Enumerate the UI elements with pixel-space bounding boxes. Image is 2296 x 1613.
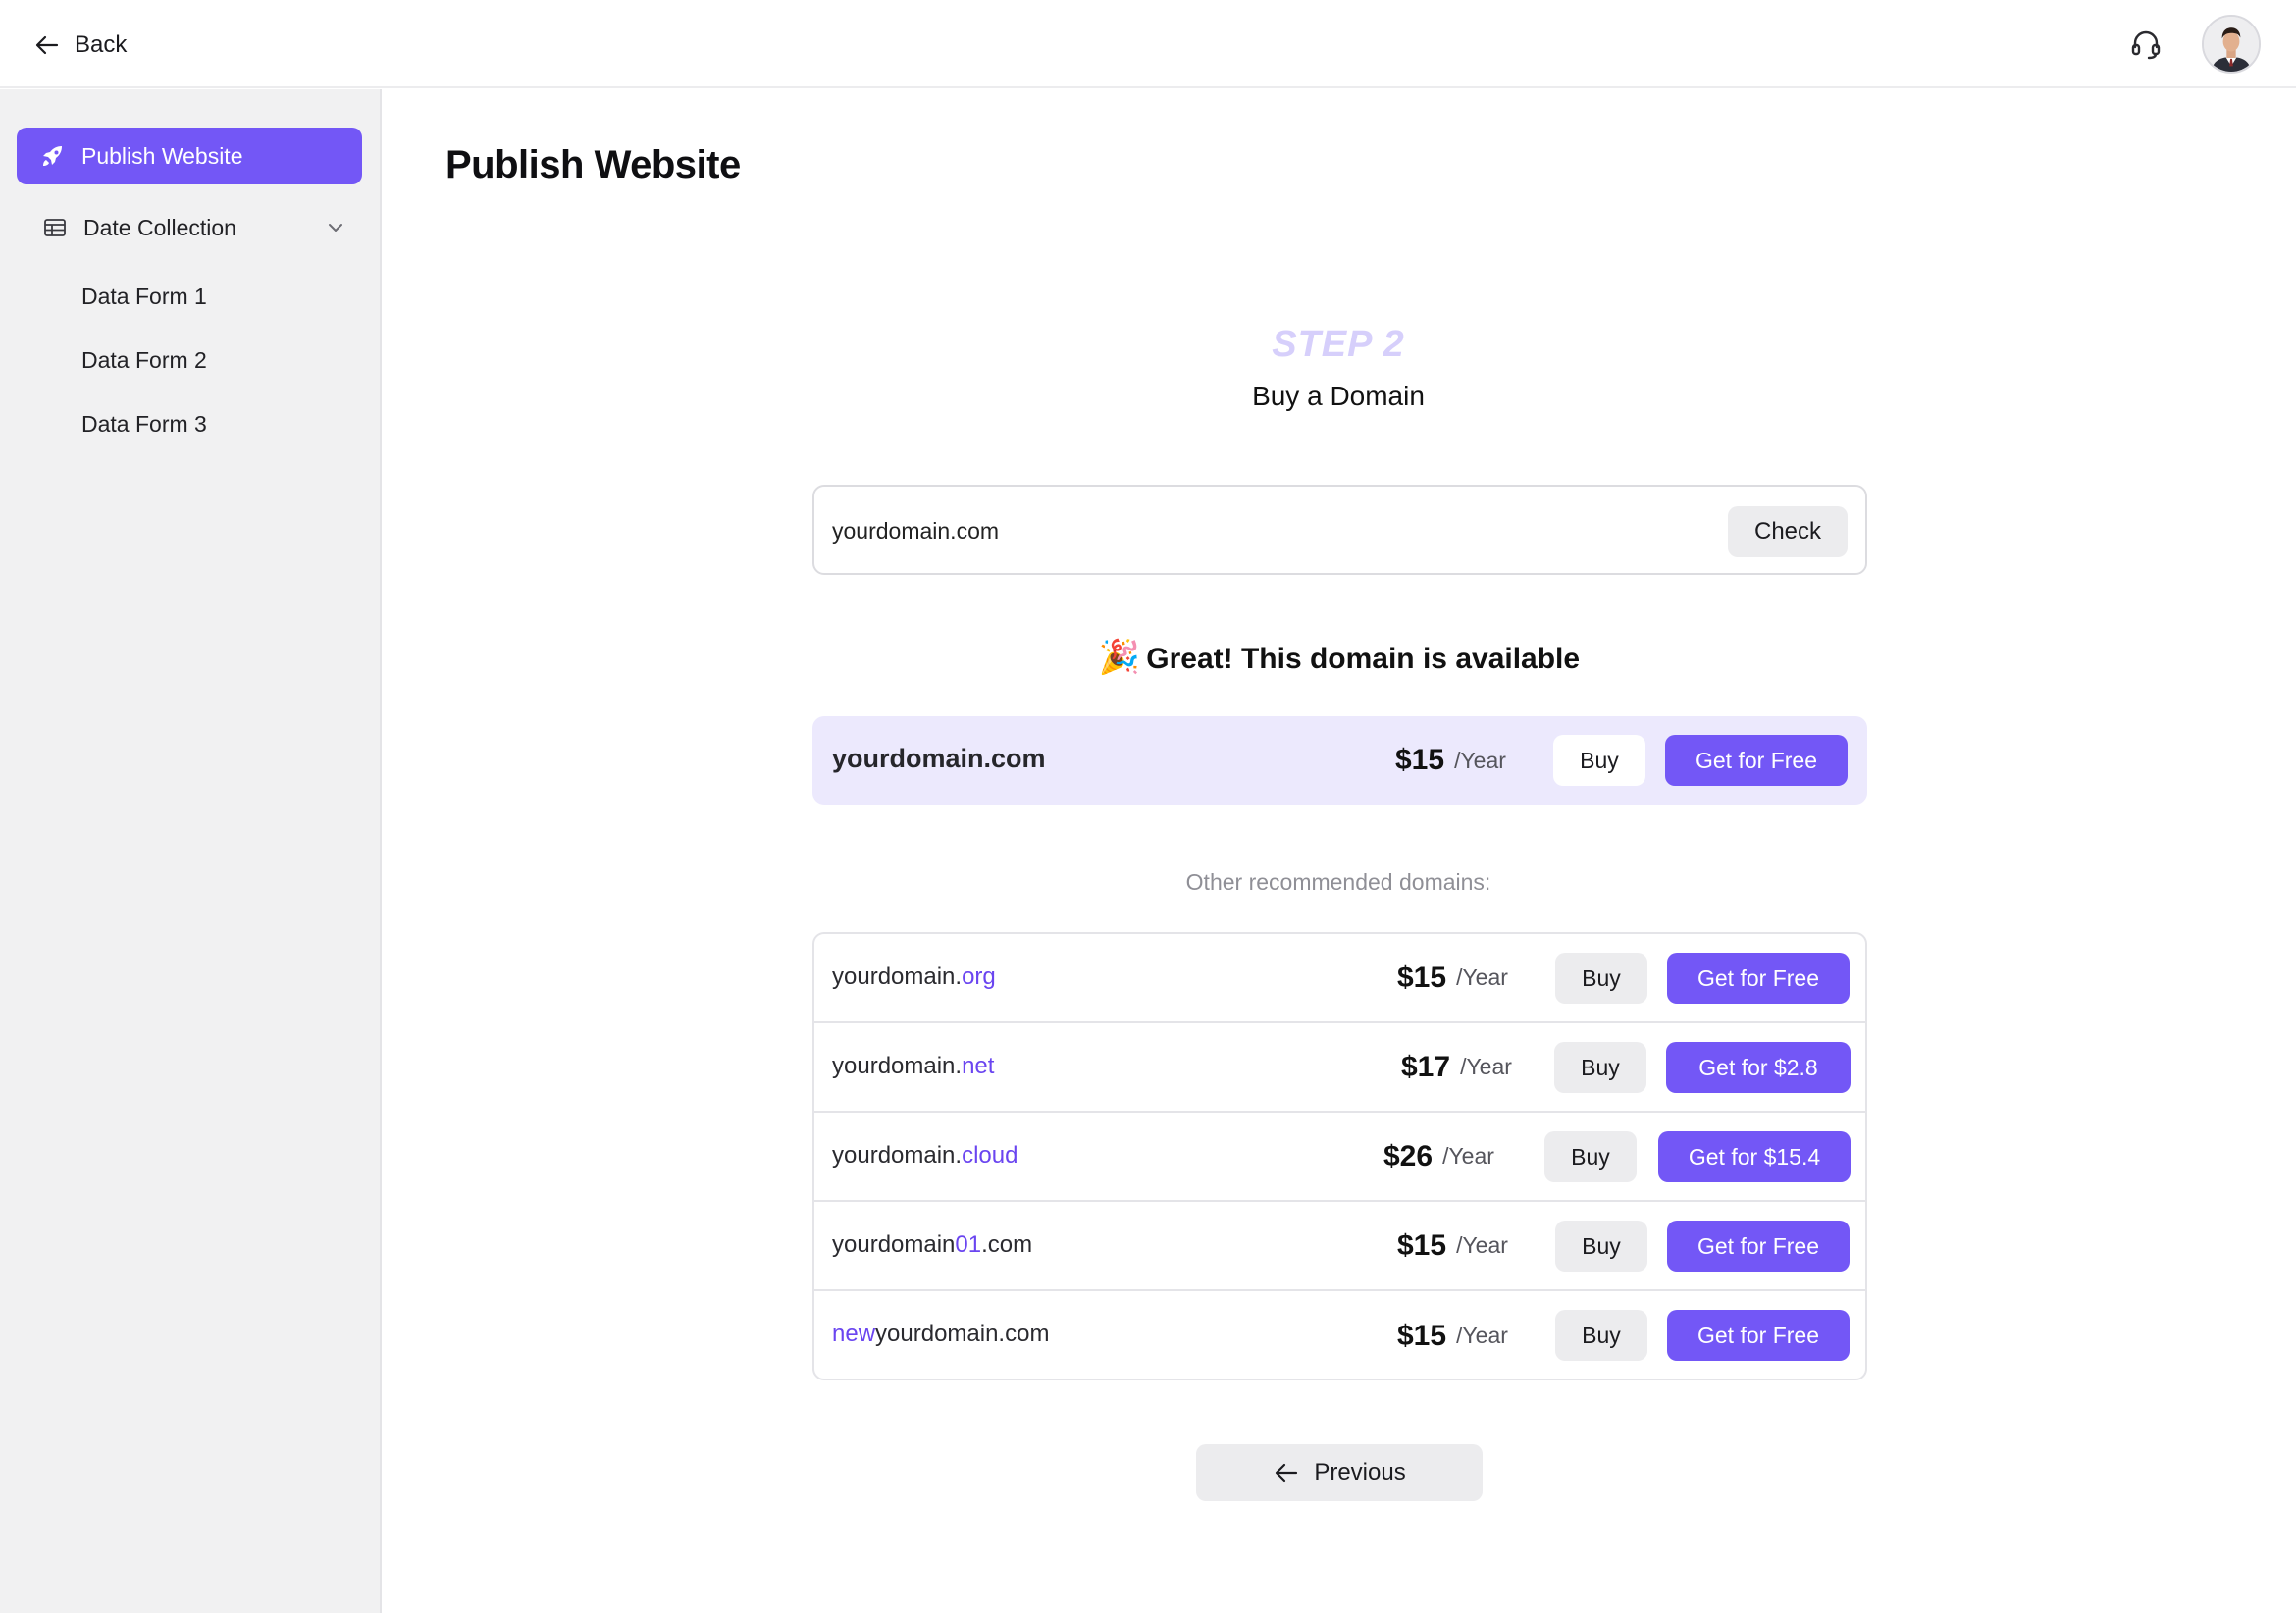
domain-price: $15 /Year [1397,1291,1508,1379]
buy-button[interactable]: Buy [1554,1042,1646,1093]
featured-get-free-button[interactable]: Get for Free [1665,735,1848,786]
party-popper-icon: 🎉 [1098,639,1141,676]
sidebar-item-data-form-2[interactable]: Data Form 2 [81,340,207,380]
buy-button[interactable]: Buy [1544,1131,1637,1182]
rocket-icon [43,146,62,166]
table-row: yourdomain.net $17 /Year Buy Get for $2.… [814,1023,1865,1113]
table-row: yourdomain.cloud $26 /Year Buy Get for $… [814,1113,1865,1202]
back-button[interactable]: Back [33,26,127,65]
step-title: Buy a Domain [1252,381,1425,411]
domain-name: newyourdomain.com [832,1321,1050,1347]
domain-price: $17 /Year [1401,1023,1512,1111]
domain-name: yourdomain.org [832,963,996,990]
other-recommended-label: Other recommended domains: [1185,869,1491,895]
get-deal-button[interactable]: Get for Free [1667,1221,1850,1272]
sidebar-item-data-form-3[interactable]: Data Form 3 [81,404,207,443]
featured-buy-button[interactable]: Buy [1553,735,1645,786]
price-period: /Year [1460,1054,1512,1079]
user-avatar[interactable] [2202,15,2261,74]
buy-button[interactable]: Buy [1555,1221,1647,1272]
price-period: /Year [1456,1323,1508,1348]
top-bar: Back [0,0,2296,88]
domain-search-input[interactable] [832,510,1617,551]
table-row: yourdomain01.com $15 /Year Buy Get for F… [814,1202,1865,1291]
sidebar-item-label: Publish Website [81,142,243,169]
chevron-down-icon[interactable] [323,215,348,240]
table-icon [44,219,66,236]
sidebar-group-date-collection[interactable]: Date Collection [17,201,362,254]
step-label: STEP 2 [1272,324,1405,365]
recommended-domains-list: yourdomain.org $15 /Year Buy Get for Fre… [812,932,1867,1380]
avatar-photo [2204,17,2259,72]
check-button[interactable]: Check [1728,506,1848,557]
price-amount: $17 [1401,1050,1451,1083]
domain-name: yourdomain.cloud [832,1142,1018,1169]
buy-button[interactable]: Buy [1555,953,1647,1004]
table-row: yourdomain.org $15 /Year Buy Get for Fre… [814,934,1865,1023]
sidebar-group-label: Date Collection [83,214,236,240]
headset-icon[interactable] [2127,26,2165,63]
domain-price: $15 /Year [1397,934,1508,1021]
previous-button[interactable]: Previous [1196,1444,1483,1501]
price-amount: $26 [1383,1139,1434,1172]
domain-price: $26 /Year [1383,1113,1494,1200]
sidebar: Publish Website Date Collection Data For… [0,89,382,1613]
price-period: /Year [1456,1232,1508,1258]
previous-label: Previous [1314,1459,1406,1485]
get-deal-button[interactable]: Get for $2.8 [1666,1042,1851,1093]
price-amount: $15 [1397,961,1447,994]
sidebar-item-publish-website[interactable]: Publish Website [17,128,362,184]
arrow-left-icon [1276,1463,1298,1483]
price-amount: $15 [1397,1319,1447,1352]
featured-domain-card: yourdomain.com $15 /Year Buy Get for Fre… [812,716,1867,805]
featured-price: $15 /Year [1395,716,1506,805]
back-label: Back [75,31,128,58]
price-period: /Year [1454,747,1506,773]
arrow-left-icon [35,35,59,55]
domain-price: $15 /Year [1397,1202,1508,1289]
price-amount: $15 [1395,744,1445,776]
get-deal-button[interactable]: Get for $15.4 [1658,1131,1851,1182]
availability-message: 🎉 Great! This domain is available [981,638,1697,677]
page-title: Publish Website [445,143,741,186]
domain-search-box: Check [812,485,1867,575]
price-period: /Year [1456,964,1508,990]
price-period: /Year [1442,1143,1494,1169]
table-row: newyourdomain.com $15 /Year Buy Get for … [814,1291,1865,1379]
get-deal-button[interactable]: Get for Free [1667,1310,1850,1361]
get-deal-button[interactable]: Get for Free [1667,953,1850,1004]
availability-text: Great! This domain is available [1146,643,1581,675]
price-amount: $15 [1397,1228,1447,1262]
buy-button[interactable]: Buy [1555,1310,1647,1361]
sidebar-item-data-form-1[interactable]: Data Form 1 [81,277,207,316]
domain-name: yourdomain01.com [832,1231,1033,1258]
featured-domain-name: yourdomain.com [832,744,1046,773]
domain-name: yourdomain.net [832,1053,995,1079]
